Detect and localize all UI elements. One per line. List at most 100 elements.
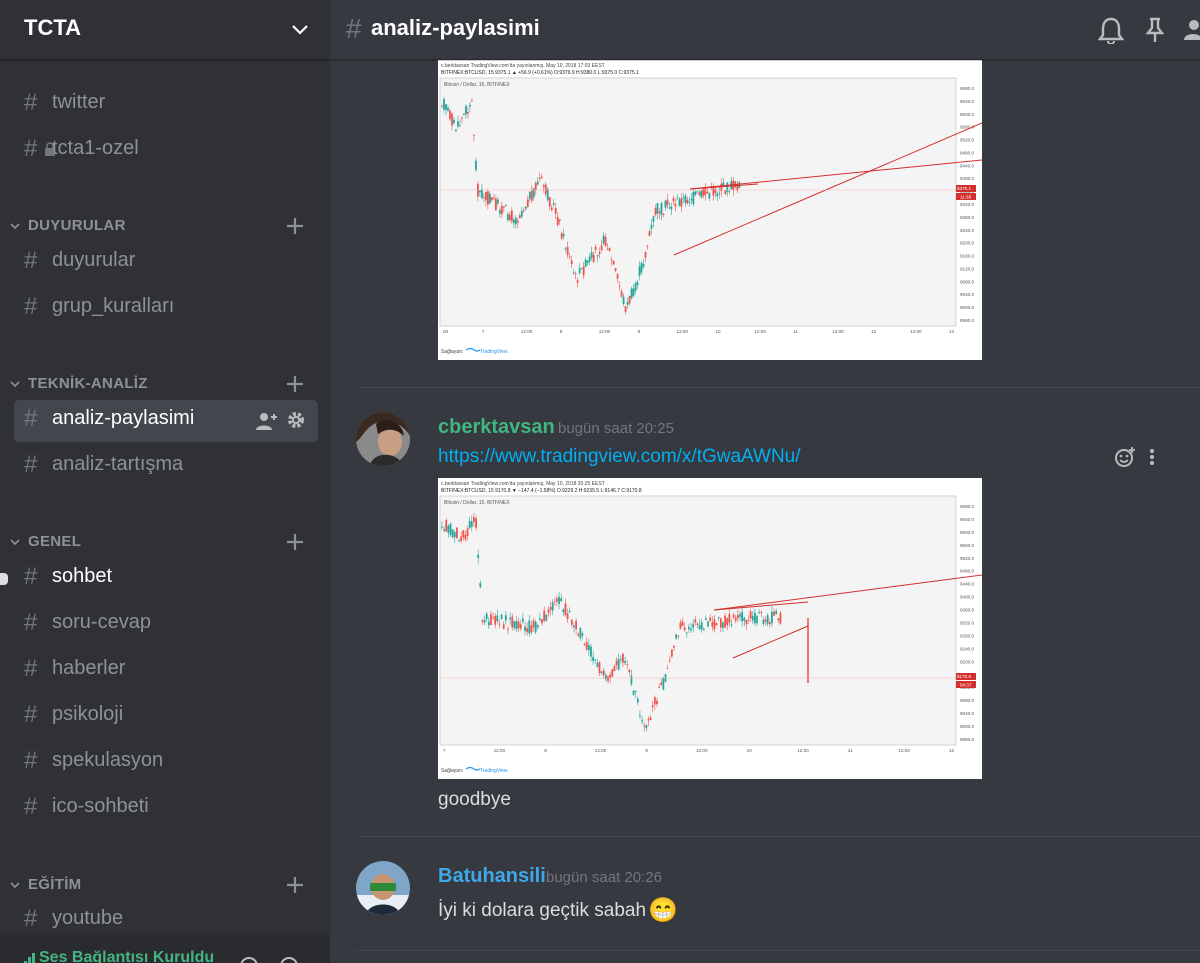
channel-twitter[interactable]: # twitter	[14, 84, 318, 126]
candle-body	[771, 611, 773, 624]
chart-image-2[interactable]: c.berktavsan TradingView.com'da yayınlan…	[438, 478, 982, 779]
candle-body	[556, 216, 559, 225]
more-options-icon[interactable]	[1148, 446, 1156, 468]
add-channel-icon[interactable]	[284, 874, 306, 896]
channel-psikoloji[interactable]: # psikoloji	[14, 696, 318, 738]
channel-duyurular[interactable]: # duyurular	[14, 242, 318, 284]
message-link[interactable]: https://www.tradingview.com/x/tGwaAWNu/	[438, 446, 801, 468]
message-author[interactable]: Batuhansili	[438, 865, 546, 888]
gear-icon[interactable]	[286, 410, 306, 430]
candle-body	[517, 621, 520, 629]
category-genel[interactable]: GENEL	[0, 531, 330, 555]
x-tick-label: 12:00	[696, 748, 708, 753]
candle-body	[447, 107, 449, 111]
x-tick-label: 9	[645, 748, 648, 753]
candle-body	[670, 649, 673, 657]
candle-body	[700, 622, 703, 630]
server-name[interactable]: TCTA	[24, 15, 81, 41]
category-teknik-analiz[interactable]: TEKNİK-ANALİZ	[0, 373, 330, 397]
y-tick-label: 9680.0	[960, 86, 974, 91]
y-tick-label: 9240.0	[960, 646, 974, 651]
invite-people-icon[interactable]	[254, 410, 278, 432]
candle-body	[607, 676, 609, 681]
bell-icon[interactable]	[1098, 16, 1124, 44]
candle-body	[706, 191, 709, 194]
avatar[interactable]	[356, 861, 410, 915]
candle-body	[690, 628, 692, 631]
candle-body	[528, 192, 531, 200]
channel-analiz-paylasimi[interactable]: # analiz-paylasimi	[14, 400, 318, 442]
chevron-down-icon[interactable]	[290, 19, 310, 39]
channel-haberler[interactable]: # haberler	[14, 650, 318, 692]
candle-body	[482, 196, 485, 198]
channel-soru-cevap[interactable]: # soru-cevap	[14, 604, 318, 646]
candle-body	[684, 195, 687, 204]
candle-body	[678, 199, 681, 206]
channel-ico-sohbeti[interactable]: # ico-sohbeti	[14, 788, 318, 830]
candle-body	[632, 691, 635, 695]
add-channel-icon[interactable]	[284, 531, 306, 553]
y-tick-label: 9280.0	[960, 633, 974, 638]
y-tick-label: 9520.0	[960, 556, 974, 561]
hash-icon: #	[24, 701, 38, 728]
candle-body	[600, 671, 603, 674]
chart-image-1[interactable]: c.berktavsan TradingView.com'da yayınlan…	[438, 60, 982, 360]
candle-body	[686, 199, 689, 204]
avatar[interactable]	[356, 412, 410, 466]
x-tick-label: 7	[443, 748, 446, 753]
chart-header-1: c.berktavsan TradingView.com'da yayınlan…	[441, 63, 605, 69]
server-header[interactable]: TCTA	[0, 0, 330, 60]
candle-body	[570, 619, 573, 625]
chart-svg: c.berktavsan TradingView.com'da yayınlan…	[438, 478, 982, 779]
candle-body	[713, 619, 716, 630]
category-duyurular[interactable]: DUYURULAR	[0, 215, 330, 239]
candle-body	[694, 619, 697, 623]
channel-grup-kurallari[interactable]: # grup_kuralları	[14, 288, 318, 330]
candle-body	[544, 184, 547, 195]
candle-body	[556, 598, 558, 602]
voice-settings-icon[interactable]	[240, 957, 258, 963]
candle-body	[658, 686, 661, 688]
pin-icon[interactable]	[1142, 16, 1168, 44]
voice-status[interactable]: Ses Bağlantısı Kuruldu	[39, 949, 214, 963]
add-channel-icon[interactable]	[284, 215, 306, 237]
candle-body	[526, 199, 529, 207]
candle-body	[528, 620, 531, 634]
channel-label: psikoloji	[52, 703, 124, 725]
candle-body	[611, 669, 614, 677]
disconnect-icon[interactable]	[280, 957, 298, 963]
candle-body	[592, 656, 595, 662]
member-list-icon[interactable]	[1180, 16, 1200, 44]
candle-body	[666, 199, 669, 206]
candle-body	[553, 601, 556, 602]
candle-body	[541, 619, 543, 624]
candle-body	[674, 203, 677, 207]
candle-body	[688, 626, 690, 630]
candle-body	[545, 614, 548, 621]
candle-body	[681, 621, 684, 627]
candle-body	[560, 598, 563, 602]
candle-body	[507, 629, 509, 630]
channel-label: youtube	[52, 907, 124, 929]
hash-icon: #	[24, 89, 38, 116]
candle-body	[596, 662, 599, 667]
add-reaction-icon[interactable]	[1114, 446, 1136, 468]
candle-body	[564, 248, 567, 250]
channel-sidebar: TCTA # twitter # tcta1-ozel DUYURULAR # …	[0, 0, 330, 963]
candle-body	[492, 198, 495, 200]
channel-sohbet[interactable]: # sohbet	[0, 558, 318, 600]
candle-body	[488, 193, 491, 204]
candle-body	[656, 700, 658, 705]
plot-area	[439, 77, 957, 327]
candle-body	[558, 219, 561, 222]
channel-tcta1-ozel[interactable]: # tcta1-ozel	[14, 130, 318, 172]
candle-body	[498, 623, 501, 625]
channel-spekulasyon[interactable]: # spekulasyon	[14, 742, 318, 784]
y-tick-label: 9560.0	[960, 543, 974, 548]
add-channel-icon[interactable]	[284, 373, 306, 395]
channel-analiz-tartisma[interactable]: # analiz-tartışma	[14, 446, 318, 488]
category-egitim[interactable]: EĞİTİM	[0, 874, 330, 898]
message-author[interactable]: cberktavsan	[438, 416, 555, 439]
candle-body	[479, 583, 482, 588]
message-text: İyi ki dolara geçtik sabah	[438, 900, 647, 921]
